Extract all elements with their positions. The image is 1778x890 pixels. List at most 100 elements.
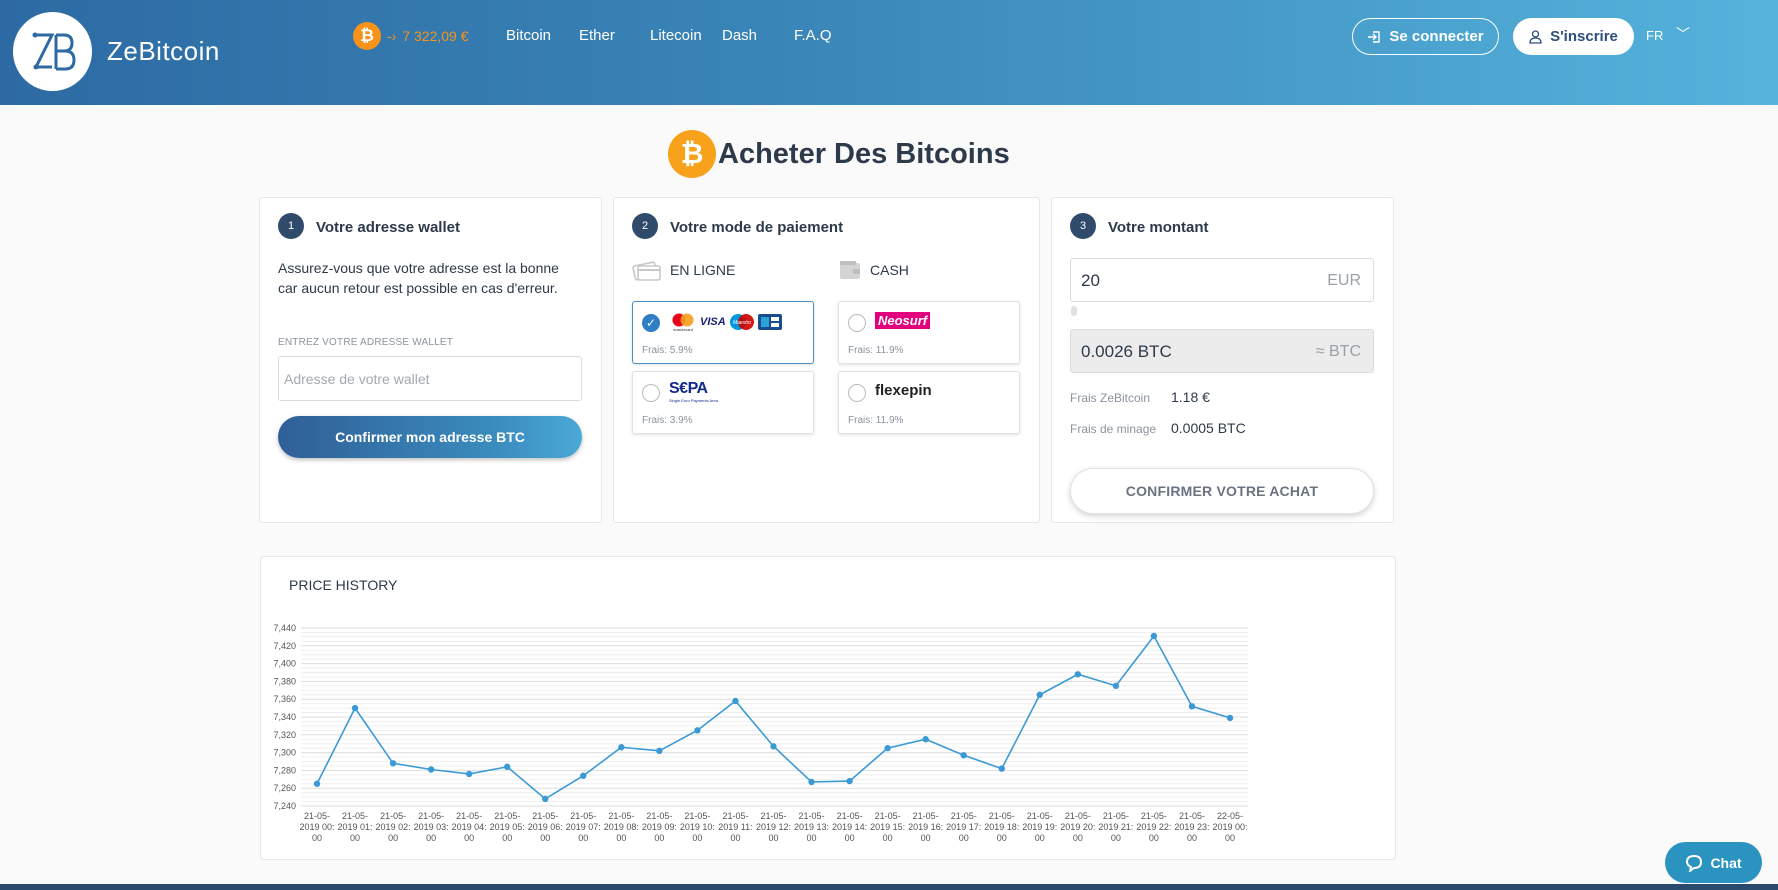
page-title: Acheter Des Bitcoins <box>718 137 1010 170</box>
maestro-icon: Maestro <box>729 314 754 330</box>
price-point[interactable] <box>504 763 511 771</box>
x-tick-label: 21-05-2019 22: 00 <box>1136 811 1171 843</box>
x-tick-label: 22-05-2019 00: 00 <box>1212 811 1247 843</box>
price-point[interactable] <box>1188 703 1196 710</box>
login-icon <box>1368 30 1381 43</box>
x-tick-label: 21-05-2019 11: 00 <box>718 811 752 843</box>
logo-icon[interactable] <box>13 12 92 91</box>
cb-icon <box>757 314 782 330</box>
confirm-purchase-button[interactable]: CONFIRMER VOTRE ACHAT <box>1070 468 1374 514</box>
price-point[interactable] <box>1226 714 1234 722</box>
cash-label: CASH <box>870 262 909 278</box>
nav-dash[interactable]: Dash <box>722 27 757 44</box>
amount-eur-input[interactable]: 20 EUR <box>1070 258 1374 302</box>
signup-button[interactable]: S'inscrire <box>1513 18 1634 55</box>
wallet-address-input[interactable]: Adresse de votre wallet <box>278 356 582 401</box>
payment-fee: Frais: 11.9% <box>848 345 904 356</box>
signup-label: S'inscrire <box>1550 28 1618 45</box>
price-point[interactable] <box>922 736 929 743</box>
price-point[interactable] <box>808 778 815 786</box>
footer-strip <box>0 884 1778 890</box>
sepa-text: S€PA <box>669 380 708 397</box>
top-header: ZeBitcoin ₿ -› 7 322,09 € Bitcoin Ether … <box>0 0 1778 105</box>
price-point[interactable] <box>694 727 701 734</box>
mastercard-icon: mastercard <box>672 313 694 332</box>
x-tick-label: 21-05-2019 05: 00 <box>490 811 525 843</box>
radio-unchecked-icon[interactable] <box>642 384 660 402</box>
price-point[interactable] <box>1036 691 1043 698</box>
bitcoin-icon: ₿ <box>353 22 381 50</box>
nav-bitcoin[interactable]: Bitcoin <box>506 27 551 44</box>
payment-fee: Frais: 3.9% <box>642 415 693 426</box>
y-tick-label: 7,420 <box>273 641 296 651</box>
price-point[interactable] <box>770 743 777 750</box>
nav-ether[interactable]: Ether <box>579 27 615 44</box>
price-point[interactable] <box>656 747 663 755</box>
chat-button[interactable]: Chat <box>1665 842 1762 883</box>
payment-panel: 2 Votre mode de paiement EN LIGNE CASH ✓… <box>613 197 1040 523</box>
x-tick-label: 21-05-2019 21: 00 <box>1098 811 1133 843</box>
x-tick-label: 21-05-2019 23: 00 <box>1174 811 1209 843</box>
btc-price-ticker: ₿ -› 7 322,09 € <box>353 22 469 50</box>
price-point[interactable] <box>1074 671 1082 678</box>
y-tick-label: 7,260 <box>273 783 296 793</box>
step-number: 1 <box>278 213 304 239</box>
payment-option-card[interactable]: ✓ mastercard VISA Maestro Frais: 5.9% <box>632 301 814 364</box>
x-tick-label: 21-05-2019 00: 00 <box>299 811 334 843</box>
x-tick-label: 21-05-2019 02: 00 <box>376 811 411 843</box>
radio-unchecked-icon[interactable] <box>848 314 866 332</box>
payment-fee: Frais: 5.9% <box>642 345 693 356</box>
price-point[interactable] <box>618 744 625 751</box>
visa-icon: VISA <box>700 316 726 328</box>
price-point[interactable] <box>389 760 397 767</box>
amount-value: 20 <box>1081 271 1100 290</box>
x-tick-label: 21-05-2019 03: 00 <box>414 811 449 843</box>
nav-faq[interactable]: F.A.Q <box>794 27 832 44</box>
price-point[interactable] <box>465 770 473 778</box>
price-point[interactable] <box>542 795 549 803</box>
x-tick-label: 21-05-2019 13: 00 <box>794 811 829 843</box>
radio-unchecked-icon[interactable] <box>848 384 866 402</box>
radio-checked-icon[interactable]: ✓ <box>642 314 660 332</box>
chevron-down-icon[interactable]: ﹀ <box>1676 24 1690 44</box>
price-point[interactable] <box>998 765 1005 772</box>
wallet-input-label: ENTREZ VOTRE ADRESSE WALLET <box>278 337 454 348</box>
x-tick-label: 21-05-2019 17: 00 <box>946 811 981 843</box>
brand-name[interactable]: ZeBitcoin <box>107 36 220 67</box>
price-history-chart: 7,240 7,260 7,280 7,300 7,320 7,340 7,360 7,380… <box>273 623 1248 843</box>
price-point[interactable] <box>732 697 739 705</box>
amount-slider-handle[interactable] <box>1071 306 1077 316</box>
price-point[interactable] <box>427 766 435 773</box>
y-tick-label: 7,380 <box>273 676 296 686</box>
price-history-panel: PRICE HISTORY 7,240 7,260 7,280 7,300 7,320 7… <box>260 556 1396 860</box>
login-button[interactable]: Se connecter <box>1352 18 1499 55</box>
price-point[interactable] <box>1150 632 1158 640</box>
zebitcoin-fee-value: 1.18 € <box>1171 389 1210 405</box>
zebitcoin-fee-label: Frais ZeBitcoin <box>1070 391 1151 405</box>
price-point[interactable] <box>846 777 853 785</box>
payment-option-flexepin[interactable]: flexepin Frais: 11.9% <box>838 371 1020 434</box>
online-label: EN LIGNE <box>670 262 736 278</box>
nav-litecoin[interactable]: Litecoin <box>650 27 702 44</box>
price-point[interactable] <box>351 704 359 712</box>
price-point[interactable] <box>960 752 967 759</box>
y-tick-label: 7,280 <box>273 765 296 775</box>
x-tick-label: 21-05-2019 08: 00 <box>604 811 639 843</box>
payment-option-sepa[interactable]: S€PA Single Euro Payments Area Frais: 3.… <box>632 371 814 434</box>
mining-fee-value: 0.0005 BTC <box>1171 420 1246 436</box>
price-point[interactable] <box>313 780 321 787</box>
payment-option-neosurf[interactable]: Neosurf Frais: 11.9% <box>838 301 1020 364</box>
price-point[interactable] <box>1112 682 1120 690</box>
language-selector[interactable]: FR <box>1646 28 1663 43</box>
chat-bubble-icon <box>1686 854 1703 872</box>
price-point[interactable] <box>580 772 587 779</box>
price-point[interactable] <box>884 744 891 752</box>
x-tick-label: 21-05-2019 09: 00 <box>642 811 677 843</box>
x-tick-label: 21-05-2019 15: 00 <box>870 811 905 843</box>
y-tick-label: 7,240 <box>273 801 296 811</box>
y-tick-label: 7,440 <box>273 623 296 633</box>
neosurf-logo: Neosurf <box>875 312 931 329</box>
x-tick-label: 21-05-2019 10: 00 <box>680 811 715 843</box>
confirm-address-button[interactable]: Confirmer mon adresse BTC <box>278 416 582 458</box>
cash-header: CASH <box>838 258 909 282</box>
